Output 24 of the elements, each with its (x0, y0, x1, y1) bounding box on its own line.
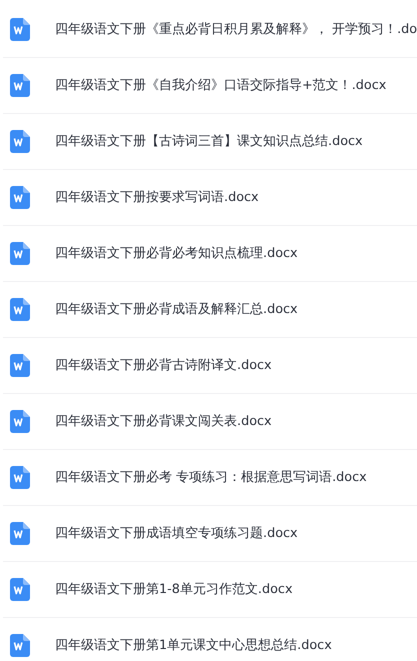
word-document-icon (10, 186, 30, 209)
word-document-icon (10, 130, 30, 153)
word-document-icon (10, 242, 30, 265)
file-name[interactable]: 四年级语文下册必背古诗附译文.docx (55, 357, 272, 374)
word-document-icon (10, 354, 30, 377)
word-document-icon (10, 18, 30, 41)
word-document-icon (10, 522, 30, 545)
file-name[interactable]: 四年级语文下册成语填空专项练习题.docx (55, 525, 298, 542)
word-document-icon (10, 74, 30, 97)
word-document-icon (10, 298, 30, 321)
word-document-icon (10, 410, 30, 433)
file-name[interactable]: 四年级语文下册必背课文闯关表.docx (55, 413, 272, 430)
file-name[interactable]: 四年级语文下册《自我介绍》口语交际指导+范文！.docx (55, 77, 386, 94)
file-name[interactable]: 四年级语文下册【古诗词三首】课文知识点总结.docx (55, 133, 363, 150)
word-document-icon (10, 578, 30, 601)
file-name[interactable]: 四年级语文下册必背成语及解释汇总.docx (55, 301, 298, 318)
file-name[interactable]: 四年级语文下册第1单元课文中心思想总结.docx (55, 637, 332, 654)
file-name[interactable]: 四年级语文下册必考 专项练习：根据意思写词语.docx (55, 469, 367, 486)
word-document-icon (10, 466, 30, 489)
file-name[interactable]: 四年级语文下册第1-8单元习作范文.docx (55, 581, 293, 598)
file-name[interactable]: 四年级语文下册必背必考知识点梳理.docx (55, 245, 298, 262)
file-name[interactable]: 四年级语文下册按要求写词语.docx (55, 189, 259, 206)
word-document-icon (10, 634, 30, 657)
file-name[interactable]: 四年级语文下册《重点必背日积月累及解释》， 开学预习！.do (55, 21, 417, 38)
